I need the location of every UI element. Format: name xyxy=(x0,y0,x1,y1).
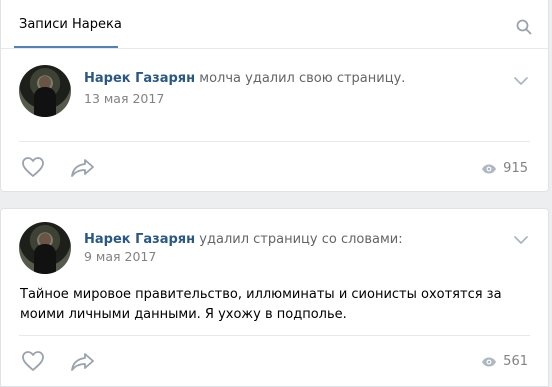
views-count: 915 xyxy=(503,161,528,176)
post-date[interactable]: 9 мая 2017 xyxy=(84,249,156,264)
post-text: Тайное мировое правительство, иллюминаты… xyxy=(20,287,502,322)
heart-icon[interactable] xyxy=(21,156,45,178)
search-icon[interactable] xyxy=(516,19,532,35)
heart-icon[interactable] xyxy=(21,350,45,372)
wall-card-2: Нарек Газарян удалил страницу со словами… xyxy=(0,208,549,387)
share-arrow-icon[interactable] xyxy=(70,351,96,373)
wall-tabs: Записи Нарека xyxy=(1,0,548,49)
chevron-down-icon[interactable] xyxy=(513,76,529,86)
author-name-link[interactable]: Нарек Газарян xyxy=(84,71,195,86)
post-divider xyxy=(19,335,530,336)
post-divider xyxy=(19,141,530,142)
post-date[interactable]: 13 мая 2017 xyxy=(84,91,164,106)
views-counter: 915 xyxy=(481,161,528,176)
views-count: 561 xyxy=(503,354,528,369)
post-header: Нарек Газарян молча удалил свою страницу… xyxy=(84,71,405,86)
eye-icon xyxy=(482,164,497,173)
chevron-down-icon[interactable] xyxy=(513,235,529,245)
avatar[interactable] xyxy=(19,65,71,117)
avatar[interactable] xyxy=(19,222,71,274)
post-action-text: удалил страницу со словами: xyxy=(199,232,403,247)
wall-card-1: Записи Нарека Нарек Газарян молча удалил… xyxy=(0,0,549,192)
post-header: Нарек Газарян удалил страницу со словами… xyxy=(84,232,403,247)
share-arrow-icon[interactable] xyxy=(70,157,96,179)
author-name-link[interactable]: Нарек Газарян xyxy=(84,232,195,247)
tab-active-indicator xyxy=(14,46,118,48)
eye-icon xyxy=(482,357,497,366)
views-counter: 561 xyxy=(481,354,528,369)
post-action-text: молча удалил свою страницу. xyxy=(199,71,406,86)
tab-posts[interactable]: Записи Нарека xyxy=(19,17,122,32)
